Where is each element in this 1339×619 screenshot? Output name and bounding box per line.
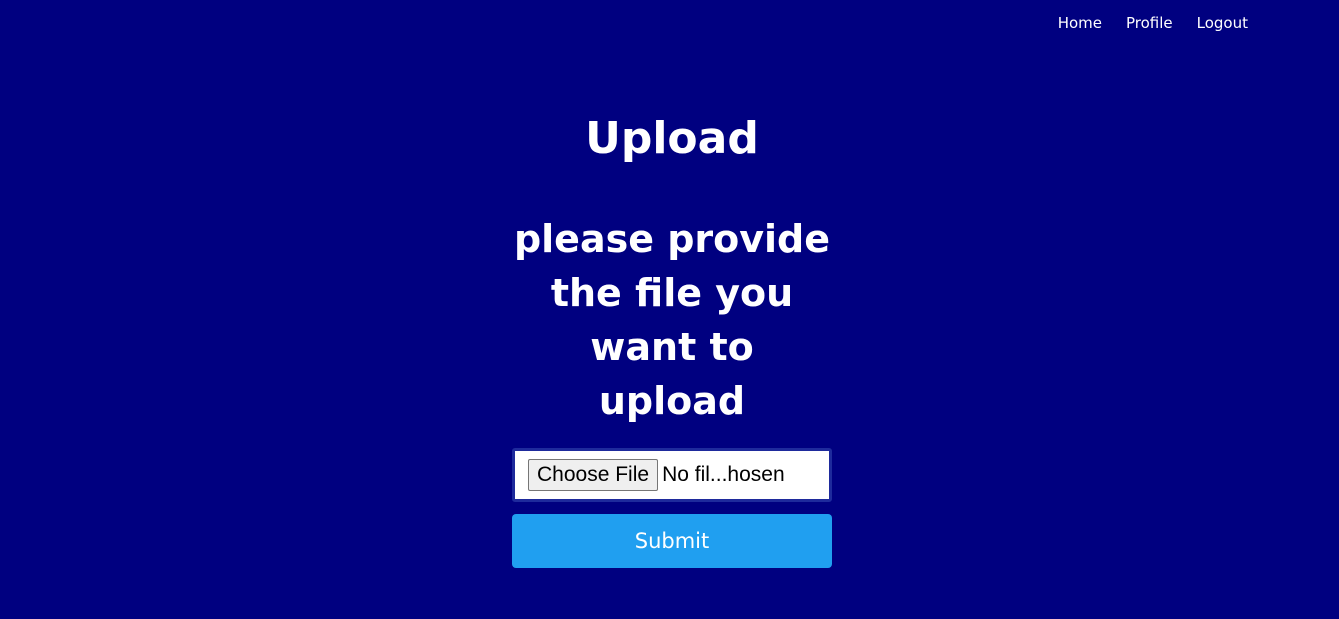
upload-form: Upload please provide the file you want … xyxy=(512,110,832,568)
upload-instructions: please provide the file you want to uplo… xyxy=(513,217,831,423)
nav-logout-link[interactable]: Logout xyxy=(1197,14,1248,32)
nav-home-link[interactable]: Home xyxy=(1058,14,1102,32)
file-status-text: No fil...hosen xyxy=(662,463,785,486)
top-nav: Home Profile Logout xyxy=(1058,14,1248,32)
choose-file-button[interactable]: Choose File xyxy=(528,459,659,491)
submit-button[interactable]: Submit xyxy=(512,514,832,568)
file-input[interactable]: Choose File No fil...hosen xyxy=(512,448,832,502)
nav-profile-link[interactable]: Profile xyxy=(1126,14,1173,32)
page-title: Upload xyxy=(585,113,759,164)
